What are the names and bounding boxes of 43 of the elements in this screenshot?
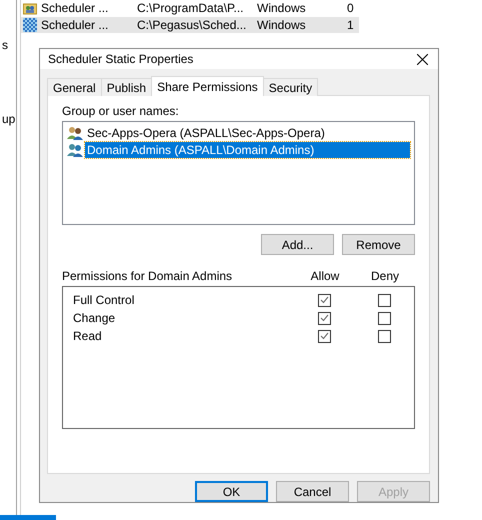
window-title: Scheduler Static Properties: [48, 52, 194, 66]
permission-name: Read: [73, 329, 103, 343]
deny-checkbox[interactable]: [378, 294, 390, 306]
remove-button[interactable]: Remove: [342, 234, 415, 255]
group-label: Group or user names:: [62, 104, 180, 118]
list-row[interactable]: Scheduler ... C:\ProgramData\P... Windows 0: [21, 0, 359, 16]
users-folder-icon: [23, 2, 37, 14]
count-cell-text: 0: [347, 1, 355, 15]
type-cell-text: Windows: [257, 1, 307, 15]
users-icon: [67, 126, 84, 140]
dialog-button[interactable]: Cancel: [276, 481, 349, 502]
path-cell-text: C:\ProgramData\P...: [137, 1, 244, 15]
add-button[interactable]: Add...: [261, 234, 334, 255]
column-header: Allow: [310, 269, 340, 283]
checkered-icon: [23, 18, 37, 32]
tab[interactable]: General: [47, 78, 102, 96]
path-cell-text: C:\Pegasus\Sched...: [137, 18, 248, 32]
user-list[interactable]: Sec-Apps-Opera (ASPALL\Sec-Apps-Opera) Domain Admins (ASPALL\Domain Admins): [62, 121, 415, 225]
taskbar-indicator: [0, 515, 56, 520]
name-cell-text: Scheduler ...: [41, 1, 110, 15]
close-icon[interactable]: [417, 54, 428, 64]
allow-checkbox[interactable]: [318, 294, 330, 306]
deny-checkbox[interactable]: [378, 312, 390, 324]
cut-off-label: up: [2, 112, 16, 126]
users-icon: [67, 142, 84, 156]
tab[interactable]: Share Permissions: [151, 76, 264, 96]
allow-checkbox[interactable]: [318, 330, 330, 342]
permission-name: Change: [73, 311, 116, 325]
count-cell-text: 1: [347, 18, 355, 32]
type-cell-text: Windows: [257, 18, 307, 32]
name-cell-text: Scheduler ...: [41, 18, 110, 32]
user-item[interactable]: Domain Admins (ASPALL\Domain Admins): [85, 142, 410, 158]
tab[interactable]: Security: [262, 78, 318, 96]
column-header: Deny: [370, 269, 400, 283]
tab[interactable]: Publish: [100, 78, 152, 96]
cut-off-label: s: [2, 38, 9, 52]
dialog-button[interactable]: OK: [195, 481, 268, 502]
deny-checkbox[interactable]: [378, 330, 390, 342]
allow-checkbox[interactable]: [318, 312, 330, 324]
permissions-label: Permissions for Domain Admins: [62, 269, 234, 283]
list-row[interactable]: Scheduler ... C:\Pegasus\Sched... Windows 1: [21, 17, 359, 33]
permission-name: Full Control: [73, 293, 136, 307]
user-item[interactable]: Sec-Apps-Opera (ASPALL\Sec-Apps-Opera): [85, 124, 410, 140]
